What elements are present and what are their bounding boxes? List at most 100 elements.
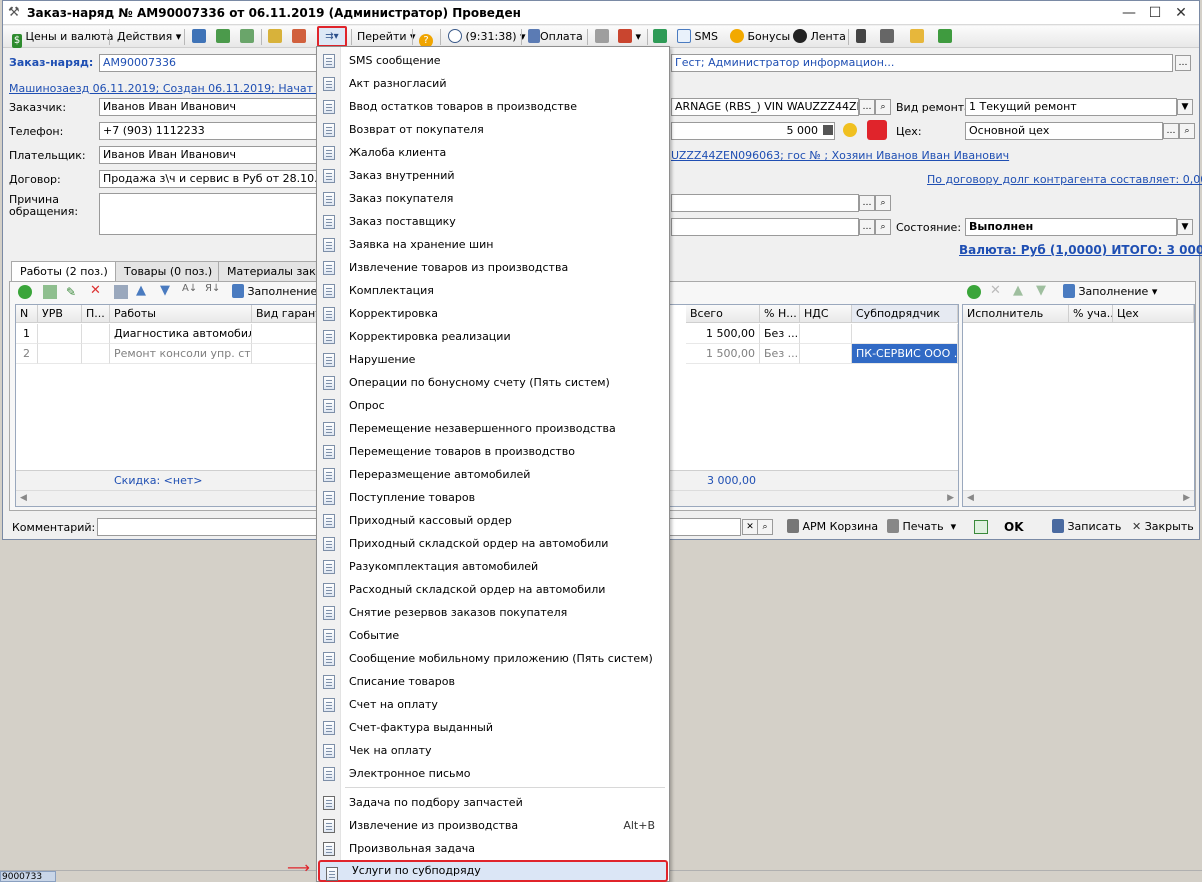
gift-icon[interactable]: ▾	[615, 27, 644, 47]
col-workshop[interactable]: Цех	[1113, 305, 1194, 323]
reason-field[interactable]	[99, 193, 319, 235]
calculator-icon[interactable]	[823, 125, 833, 135]
menu-item[interactable]: Опрос	[317, 394, 669, 417]
menu-item[interactable]: Событие	[317, 624, 669, 647]
maximize-button[interactable]: ☐	[1143, 3, 1167, 23]
structure-icon[interactable]	[853, 27, 869, 47]
copy-icon[interactable]	[237, 27, 257, 47]
extra-field-1[interactable]	[671, 194, 859, 212]
payment-button[interactable]: Оплата	[525, 27, 586, 47]
menu-item[interactable]: Заказ внутренний	[317, 164, 669, 187]
menu-item[interactable]: Акт разногласий	[317, 72, 669, 95]
exec-scrollbar[interactable]: ◀ ▶	[963, 490, 1194, 506]
help-icon[interactable]: ?	[416, 27, 436, 48]
menu-item[interactable]: Заказ поставщику	[317, 210, 669, 233]
menu-item[interactable]: Комплектация	[317, 279, 669, 302]
menu-item[interactable]: Корректировка реализации	[317, 325, 669, 348]
task-menu-item[interactable]: Задача по подбору запчастей	[317, 791, 669, 814]
menu-item[interactable]: Приходный кассовый ордер	[317, 509, 669, 532]
menu-item[interactable]: Жалоба клиента	[317, 141, 669, 164]
sort-desc-icon[interactable]: Я↓	[205, 283, 220, 294]
create-based-on-button[interactable]: ⇉▾	[317, 26, 347, 47]
actions-menu-button[interactable]: Действия ▾	[114, 27, 184, 47]
repair-type-dropdown[interactable]: ▼	[1177, 99, 1193, 115]
tape-button[interactable]: Лента	[790, 27, 849, 47]
signature-icon[interactable]	[592, 27, 612, 47]
menu-item[interactable]: Корректировка	[317, 302, 669, 325]
menu-item[interactable]: Электронное письмо	[317, 762, 669, 785]
menu-item[interactable]: Разукомплектация автомобилей	[317, 555, 669, 578]
workshop-search-icon[interactable]: ⌕	[1179, 123, 1195, 139]
save-button[interactable]: Записать	[1049, 517, 1124, 537]
col-p[interactable]: П...	[82, 305, 110, 323]
state-dropdown[interactable]: ▼	[1177, 219, 1193, 235]
exec-fill-menu-button[interactable]: Заполнение ▾	[1060, 282, 1160, 302]
exec-down-icon[interactable]: ▼	[1036, 283, 1046, 298]
manager-select-button[interactable]: …	[1175, 55, 1191, 71]
tab-goods[interactable]: Товары (0 поз.)	[115, 261, 222, 281]
menu-item[interactable]: Чек на оплату	[317, 739, 669, 762]
amount-field[interactable]: 5 000	[671, 122, 835, 140]
doc-number-field[interactable]: АМ90007336	[99, 54, 319, 72]
goto-menu-button[interactable]: Перейти ▾	[354, 27, 419, 47]
car-select-button[interactable]: …	[859, 99, 875, 115]
exec-up-icon[interactable]: ▲	[1013, 283, 1023, 298]
manager-field[interactable]: Гест; Администратор информацион...	[671, 54, 1173, 72]
ok-button[interactable]: OK	[1001, 517, 1027, 537]
car-owner-link[interactable]: UZZZ44ZEN096063; гос № ; Хозяин Иванов И…	[671, 149, 1009, 162]
comment-clear-button[interactable]: ✕	[742, 519, 758, 535]
extra-select-button-1[interactable]: …	[859, 195, 875, 211]
car-field[interactable]: ARNAGE (RBS_) VIN WAUZZZ44ZEN	[671, 98, 859, 116]
card-icon[interactable]	[907, 27, 927, 47]
menu-item[interactable]: Перемещение товаров в производство	[317, 440, 669, 463]
col-subcontractor[interactable]: Субподрядчик	[852, 305, 958, 323]
copy-row-icon[interactable]	[43, 285, 57, 299]
minimize-button[interactable]: —	[1117, 3, 1141, 23]
close-form-button[interactable]: ✕ Закрыть	[1129, 517, 1197, 537]
extra-select-button-2[interactable]: …	[859, 219, 875, 235]
taskbar-item[interactable]: 9000733	[0, 871, 56, 882]
col-works[interactable]: Работы	[110, 305, 252, 323]
info-link[interactable]: Машинозаезд 06.11.2019; Создан 06.11.201…	[9, 82, 365, 95]
state-select[interactable]: Выполнен	[965, 218, 1177, 236]
menu-item[interactable]: Возврат от покупателя	[317, 118, 669, 141]
target-icon[interactable]	[867, 120, 887, 140]
col-vat-pct[interactable]: % Н...	[760, 305, 800, 323]
menu-item[interactable]: Заявка на хранение шин	[317, 233, 669, 256]
print-button[interactable]: Печать ▾	[884, 517, 959, 537]
tab-works[interactable]: Работы (2 поз.)	[11, 261, 117, 282]
debt-link[interactable]: По договору долг контрагента составляет:…	[927, 173, 1202, 186]
car-search-icon[interactable]: ⌕	[875, 99, 891, 115]
menu-item[interactable]: Счет-фактура выданный	[317, 716, 669, 739]
post-icon[interactable]	[189, 27, 209, 47]
delete-icon[interactable]: ✕	[90, 283, 101, 298]
up-icon[interactable]: ▲	[136, 283, 146, 298]
task-menu-item[interactable]: Произвольная задача	[317, 837, 669, 860]
menu-item[interactable]: Ввод остатков товаров в производстве	[317, 95, 669, 118]
print-doc-icon[interactable]	[265, 27, 285, 47]
time-button[interactable]: (9:31:38) ▾	[445, 27, 529, 47]
col-n[interactable]: N	[16, 305, 38, 323]
col-share[interactable]: % уча...	[1069, 305, 1113, 323]
menu-item[interactable]: Переразмещение автомобилей	[317, 463, 669, 486]
workshop-select-button[interactable]: …	[1163, 123, 1179, 139]
menu-item[interactable]: Приходный складской ордер на автомобили	[317, 532, 669, 555]
report-icon[interactable]	[935, 27, 955, 47]
menu-item[interactable]: Расходный складской ордер на автомобили	[317, 578, 669, 601]
arm-basket-button[interactable]: АРМ Корзина	[784, 517, 881, 537]
menu-item[interactable]: Счет на оплату	[317, 693, 669, 716]
comment-search-icon[interactable]: ⌕	[757, 519, 773, 535]
phone-field[interactable]: +7 (903) 1112233	[99, 122, 319, 140]
prices-currency-button[interactable]: $ Цены и валюта	[9, 27, 117, 48]
add-icon[interactable]	[18, 285, 32, 299]
col-total[interactable]: Всего	[686, 305, 760, 323]
fill-menu-button[interactable]: Заполнение ▾	[229, 282, 329, 302]
save-row-icon[interactable]	[114, 285, 128, 299]
menu-item[interactable]: Извлечение товаров из производства	[317, 256, 669, 279]
col-warranty[interactable]: Вид гарант...	[252, 305, 318, 323]
refresh-icon[interactable]	[213, 27, 233, 47]
exec-add-icon[interactable]	[967, 285, 981, 299]
payer-field[interactable]: Иванов Иван Иванович	[99, 146, 319, 164]
edit-icon[interactable]: ✎	[66, 285, 76, 299]
menu-item[interactable]: Списание товаров	[317, 670, 669, 693]
